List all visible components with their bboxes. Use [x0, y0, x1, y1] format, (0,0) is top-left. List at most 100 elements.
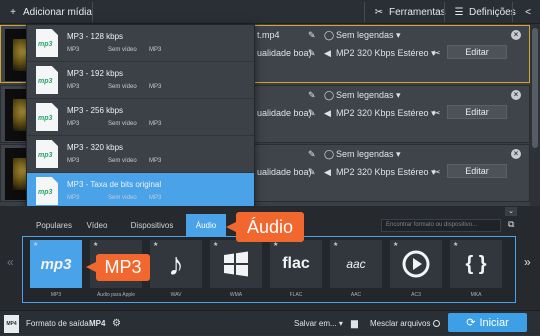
divider [92, 2, 93, 22]
tab-populares[interactable]: Populares [26, 214, 82, 236]
preset-format: MP3 [149, 47, 162, 53]
mp3-tile-callout: MP3 [96, 254, 150, 281]
format-tile-wav[interactable]: ★ ♪ [150, 240, 202, 288]
format-tile-flac[interactable]: ★ flac [270, 240, 322, 288]
list-scrollbar[interactable] [530, 24, 540, 206]
preset-title: MP3 - 128 kbps [67, 32, 124, 41]
preset-option[interactable]: mp3 MP3 - 192 kbps MP3 Sem vídeo MP3 [27, 62, 254, 99]
tools-button[interactable]: ✂ Ferramentas [372, 0, 446, 24]
merge-toggle-icon [432, 320, 440, 327]
preset-format: MP3 [149, 158, 162, 164]
start-button[interactable]: ⟳ Iniciar [448, 313, 527, 332]
favorite-star-icon: ★ [393, 242, 399, 248]
settings-label: Definições [469, 6, 516, 18]
preset-codec: MP3 [67, 121, 80, 127]
edit-button[interactable]: Editar [447, 45, 507, 59]
format-settings-gear-icon[interactable]: ⚙ [112, 311, 121, 336]
rename-pencil-icon[interactable]: ✎ [308, 90, 316, 101]
mp3-logo-icon: mp3 [40, 255, 72, 273]
flac-logo-icon: flac [282, 255, 310, 272]
folder-icon[interactable]: ▆ [351, 311, 358, 336]
edit-quality-pencil-icon[interactable]: ✎ [308, 48, 316, 59]
subtitles-dropdown[interactable]: ◯ Sem legendas ▾ [324, 90, 401, 101]
speaker-icon: ◀ [324, 48, 331, 58]
audio-tab-callout: Áudio [236, 212, 304, 242]
subtitles-dropdown[interactable]: ◯ Sem legendas ▾ [324, 30, 401, 41]
format-search-input[interactable]: Encontrar formato ou dispositivo... [381, 219, 501, 232]
preset-option[interactable]: mp3 MP3 - 128 kbps MP3 Sem vídeo MP3 [27, 25, 254, 62]
merge-files-label: Mesclar arquivos [370, 319, 431, 328]
preset-title: MP3 - 256 kbps [67, 106, 124, 115]
edit-quality-pencil-icon[interactable]: ✎ [308, 108, 316, 119]
rename-pencil-icon[interactable]: ✎ [308, 30, 316, 41]
favorite-star-icon: ★ [93, 242, 99, 248]
trim-scissors-icon[interactable]: ✂ [433, 167, 441, 178]
scroll-right-icon[interactable]: » [524, 255, 531, 269]
scroll-left-icon[interactable]: « [7, 255, 14, 269]
tab-video[interactable]: Vídeo [82, 214, 112, 236]
favorite-star-icon: ★ [333, 242, 339, 248]
scrollbar-thumb[interactable] [532, 28, 538, 148]
tab-dispositivos[interactable]: Dispositivos [124, 214, 180, 236]
remove-file-icon[interactable]: × [511, 149, 521, 159]
preset-format: MP3 [149, 121, 162, 127]
share-button[interactable]: < [521, 0, 538, 24]
preset-title: MP3 - 192 kbps [67, 69, 124, 78]
preset-codec: MP3 [67, 195, 80, 201]
edit-button[interactable]: Editar [447, 164, 507, 178]
audio-track-dropdown[interactable]: ◀ MP2 320 Kbps Estéreo ▾ [324, 167, 436, 178]
preset-option[interactable]: mp3 MP3 - 320 kbps MP3 Sem vídeo MP3 [27, 136, 254, 173]
favorite-star-icon: ★ [453, 242, 459, 248]
aac-logo-icon: aac [346, 257, 366, 271]
trim-scissors-icon[interactable]: ✂ [433, 48, 441, 59]
preset-video: Sem vídeo [108, 158, 137, 164]
format-tile-mka[interactable]: ★ { } [450, 240, 502, 288]
mp4-file-icon: MP4 [4, 314, 19, 333]
audio-track-dropdown[interactable]: ◀ MP2 320 Kbps Estéreo ▾ [324, 108, 436, 119]
speaker-icon: ◀ [324, 108, 331, 118]
rename-pencil-icon[interactable]: ✎ [308, 149, 316, 160]
trim-scissors-icon[interactable]: ✂ [433, 108, 441, 119]
format-label: MP3 [50, 292, 62, 298]
format-label: Áudio para Apple [96, 292, 136, 298]
favorite-star-icon: ★ [213, 242, 219, 248]
format-label: WMA [229, 292, 243, 298]
device-search-icon[interactable]: ⧉ [508, 219, 520, 231]
speech-bubble-icon: ◯ [324, 90, 335, 100]
remove-file-icon[interactable]: × [511, 30, 521, 40]
speech-bubble-icon: ◯ [324, 149, 335, 159]
favorite-star-icon: ★ [273, 242, 279, 248]
format-label: AAC [350, 292, 362, 298]
merge-files-toggle[interactable]: Mesclar arquivos [370, 311, 440, 336]
subtitles-dropdown[interactable]: ◯ Sem legendas ▾ [324, 149, 401, 160]
output-format-label: Formato de saída: [26, 319, 91, 328]
subtitles-value: Sem legendas [336, 90, 394, 100]
format-tile-aac[interactable]: ★ aac [330, 240, 382, 288]
audio-track-value: MP2 320 Kbps Estéreo [336, 167, 429, 177]
output-format-value: MP4 [89, 319, 106, 328]
preset-codec: MP3 [67, 84, 80, 90]
audio-track-dropdown[interactable]: ◀ MP2 320 Kbps Estéreo ▾ [324, 48, 436, 59]
output-format-badge[interactable]: MP4 [4, 311, 19, 336]
divider [512, 2, 513, 22]
preset-option[interactable]: mp3 MP3 - 256 kbps MP3 Sem vídeo MP3 [27, 99, 254, 136]
remove-file-icon[interactable]: × [511, 90, 521, 100]
windows-logo-icon [224, 251, 248, 277]
format-tile-mp3[interactable]: ★ mp3 [30, 240, 82, 288]
preset-video: Sem vídeo [108, 84, 137, 90]
edit-quality-pencil-icon[interactable]: ✎ [308, 167, 316, 178]
format-label: FLAC [289, 292, 303, 298]
save-to-dropdown[interactable]: Salvar em... ▾ [294, 311, 343, 336]
callout-pointer [226, 222, 236, 232]
tab-audio[interactable]: Áudio [186, 214, 226, 236]
preset-title: MP3 - 320 kbps [67, 143, 124, 152]
edit-button[interactable]: Editar [447, 105, 507, 119]
format-tile-wma[interactable]: ★ [210, 240, 262, 288]
add-media-button[interactable]: + Adicionar mídia [6, 0, 92, 24]
speech-bubble-icon: ◯ [324, 30, 335, 40]
subtitles-value: Sem legendas [336, 149, 394, 159]
collapse-panel-icon[interactable]: ⌄ [505, 207, 517, 216]
audio-track-value: MP2 320 Kbps Estéreo [336, 48, 429, 58]
format-tile-ac3[interactable]: ★ [390, 240, 442, 288]
settings-button[interactable]: ☰ Definições [452, 0, 516, 24]
